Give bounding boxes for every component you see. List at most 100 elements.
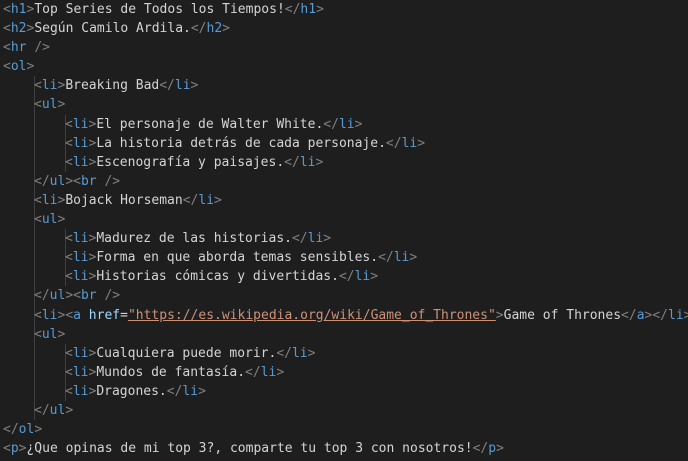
indent-guide xyxy=(34,152,35,172)
text-token: Game of Thrones xyxy=(503,307,622,323)
tag-name-token: h2 xyxy=(10,21,27,37)
code-line[interactable]: <li>El personaje de Walter White.</li> xyxy=(3,114,688,134)
punctuation-token: < xyxy=(65,383,73,399)
punctuation-token: > xyxy=(683,307,688,323)
tag-name-token: hr xyxy=(10,40,27,56)
punctuation-token: > xyxy=(307,345,316,361)
code-line[interactable]: <p>¿Que opinas de mi top 3?, comparte tu… xyxy=(3,439,688,458)
tag-name-token: ul xyxy=(49,173,66,189)
line-content: <hr /> xyxy=(3,38,50,57)
code-line[interactable]: <ul> xyxy=(3,95,688,115)
tag-name-token: li xyxy=(41,192,58,208)
tag-name-token: br xyxy=(80,173,97,189)
code-line[interactable]: <li>Dragones.</li> xyxy=(3,381,688,401)
punctuation-token: < xyxy=(3,21,11,37)
punctuation-token: < xyxy=(73,173,81,189)
code-line[interactable]: </ol> xyxy=(3,420,688,439)
punctuation-token: /> xyxy=(104,288,121,304)
code-line[interactable]: <li>Breaking Bad</li> xyxy=(3,76,688,96)
tag-name-token: li xyxy=(72,116,89,132)
code-line[interactable]: <li><a href="https://es.wikipedia.org/wi… xyxy=(3,305,688,325)
punctuation-token: > xyxy=(370,269,379,285)
punctuation-token: < xyxy=(65,116,73,132)
code-line[interactable]: <hr /> xyxy=(3,38,688,57)
tag-name-token: li xyxy=(72,250,89,266)
punctuation-token: > xyxy=(214,192,222,208)
code-line[interactable]: <h1>Top Series de Todos los Tiempos!</h1… xyxy=(3,0,688,19)
punctuation-token: < xyxy=(34,212,42,228)
line-content: <ul> xyxy=(34,210,65,229)
line-content: <li><a href="https://es.wikipedia.org/wi… xyxy=(34,306,688,325)
punctuation-token: > xyxy=(198,383,206,399)
line-content: </ol> xyxy=(3,420,42,439)
code-line[interactable]: </ul><br /> xyxy=(3,171,688,191)
punctuation-token: < xyxy=(65,307,74,323)
tag-name-token: p xyxy=(10,441,19,457)
punctuation-token: > xyxy=(26,59,35,75)
text-token: El personaje de Walter White. xyxy=(96,116,324,132)
attribute-token: href xyxy=(88,307,121,323)
code-line[interactable]: <ul> xyxy=(3,210,688,230)
punctuation-token: > xyxy=(354,116,363,132)
code-editor[interactable]: <h1>Top Series de Todos los Tiempos!</h1… xyxy=(0,0,688,461)
code-line[interactable]: </ul> xyxy=(3,400,688,421)
tag-name-token: li xyxy=(354,269,371,285)
punctuation-token: > xyxy=(57,97,66,113)
punctuation-token: > xyxy=(34,422,43,438)
code-line[interactable]: </ul><br /> xyxy=(3,286,688,306)
code-line[interactable]: <ol> xyxy=(3,57,688,76)
tag-name-token: li xyxy=(72,154,89,170)
text-token: Bojack Horseman xyxy=(65,192,183,208)
line-content: <p>¿Que opinas de mi top 3?, comparte tu… xyxy=(3,439,504,458)
tag-name-token: a xyxy=(636,307,645,323)
line-content: <li>La historia detrás de cada personaje… xyxy=(65,134,425,153)
line-content: <ol> xyxy=(3,57,34,76)
code-line[interactable]: <li>Historias cómicas y divertidas.</li> xyxy=(3,267,688,287)
text-token: La historia detrás de cada personaje. xyxy=(96,135,386,151)
tag-name-token: a xyxy=(73,307,81,323)
punctuation-token: </ xyxy=(166,383,183,399)
tag-name-token: li xyxy=(72,269,89,285)
code-line[interactable]: <li>Bojack Horseman</li> xyxy=(3,190,688,211)
tag-name-token: li xyxy=(668,307,684,323)
string-link-token[interactable]: "https://es.wikipedia.org/wiki/Game_of_T… xyxy=(128,308,496,323)
punctuation-token: </ xyxy=(182,192,199,208)
punctuation-token: < xyxy=(73,288,81,304)
punctuation-token: </ xyxy=(284,154,300,170)
indent-guide xyxy=(34,381,35,401)
punctuation-token: > xyxy=(190,78,199,94)
code-line[interactable]: <li>Mundos de fantasía.</li> xyxy=(3,362,688,382)
punctuation-token: > xyxy=(316,2,324,17)
tag-name-token: br xyxy=(80,288,97,304)
tag-name-token: li xyxy=(198,192,215,208)
punctuation-token: < xyxy=(34,78,42,94)
tag-name-token: li xyxy=(72,364,89,380)
tag-name-token: li xyxy=(182,383,199,399)
code-line[interactable]: <li>Madurez de las historias.</li> xyxy=(3,229,688,249)
text-token: Historias cómicas y divertidas. xyxy=(96,269,339,285)
punctuation-token: </ xyxy=(284,2,301,17)
code-line[interactable]: <li>La historia detrás de cada personaje… xyxy=(3,133,688,153)
code-area[interactable]: <h1>Top Series de Todos los Tiempos!</h1… xyxy=(3,0,688,458)
tag-name-token: li xyxy=(72,135,89,151)
tag-name-token: li xyxy=(72,231,89,247)
punctuation-token: < xyxy=(65,364,73,380)
code-line[interactable]: <ul> xyxy=(3,324,688,344)
indent-guide xyxy=(34,343,35,363)
tag-name-token: p xyxy=(488,441,497,457)
text-token: Breaking Bad xyxy=(65,78,160,94)
code-line[interactable]: <h2>Según Camilo Ardila.</h2> xyxy=(3,19,688,38)
punctuation-token: < xyxy=(3,40,11,56)
code-line[interactable]: <li>Cualquiera puede morir.</li> xyxy=(3,343,688,363)
text-token: Forma en que aborda temas sensibles. xyxy=(96,250,379,266)
punctuation-token: </ xyxy=(34,288,50,304)
punctuation-token: > xyxy=(323,231,332,247)
indent-guide xyxy=(34,267,35,287)
code-line[interactable]: <li>Escenografía y paisajes.</li> xyxy=(3,152,688,172)
line-content: </ul><br /> xyxy=(34,172,120,191)
tag-name-token: li xyxy=(401,135,418,151)
line-content: <ul> xyxy=(34,95,65,114)
code-line[interactable]: <li>Forma en que aborda temas sensibles.… xyxy=(3,248,688,268)
punctuation-token: > xyxy=(57,326,66,342)
